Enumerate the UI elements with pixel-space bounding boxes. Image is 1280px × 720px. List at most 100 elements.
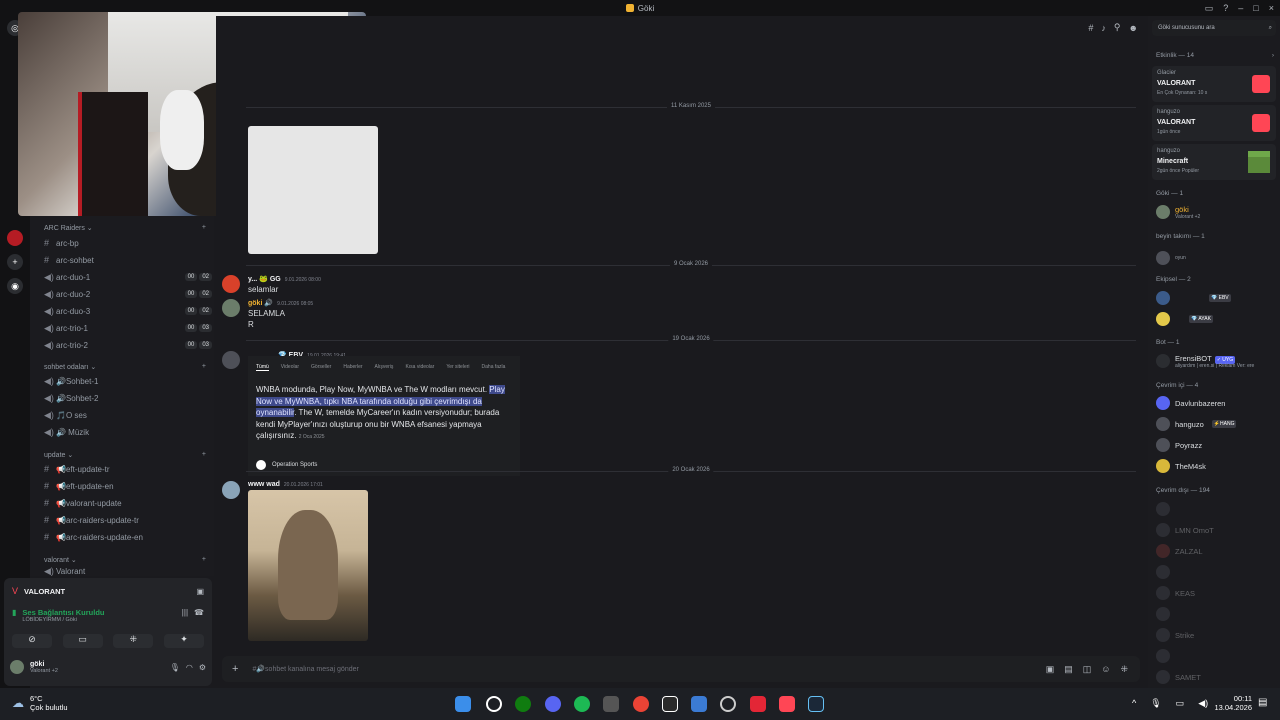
voice-channel-item[interactable]: ◀) 🔊Sohbet-1: [44, 374, 212, 388]
microphone-icon[interactable]: 🎙: [170, 663, 180, 672]
add-channel-icon[interactable]: +: [202, 556, 206, 564]
soundboard-button[interactable]: ✦: [163, 634, 204, 648]
member-item[interactable]: Poyrazz: [1156, 435, 1202, 455]
avatar[interactable]: [222, 275, 240, 293]
activity-card[interactable]: hanguzo Minecraft 2gün önce Popüler: [1152, 144, 1276, 180]
volume-icon[interactable]: ◀): [1198, 698, 1208, 709]
microphone-icon[interactable]: 🎙: [1150, 698, 1161, 709]
headphones-icon[interactable]: ◠: [186, 663, 193, 672]
discord-icon[interactable]: [545, 696, 561, 712]
member-item[interactable]: Strike: [1156, 625, 1194, 645]
member-item[interactable]: ErensiBOT ✓ UYG aliyardım | eren.si | Rekl…: [1156, 351, 1254, 371]
gif-icon[interactable]: ▤: [1064, 664, 1073, 675]
add-channel-icon[interactable]: +: [202, 451, 206, 459]
channel-item[interactable]: # 📢valorant-update: [44, 496, 212, 510]
minimize-button[interactable]: –: [1238, 3, 1243, 14]
channel-item[interactable]: # 📢arc-raiders-update-en: [44, 530, 212, 544]
member-item[interactable]: 💎 AYAK: [1156, 309, 1213, 329]
xbox-icon[interactable]: [515, 696, 531, 712]
app-icon[interactable]: [603, 696, 619, 712]
chevron-right-icon[interactable]: ›: [1272, 52, 1274, 59]
cat-image-attachment[interactable]: [248, 490, 368, 641]
notification-icon[interactable]: ♪: [1101, 23, 1106, 33]
activity-icon[interactable]: ▣: [196, 587, 204, 596]
help-icon[interactable]: ?: [1223, 3, 1228, 14]
maximize-button[interactable]: □: [1253, 3, 1258, 14]
member-item[interactable]: hanguzo ⚡HANG: [1156, 414, 1237, 434]
close-button[interactable]: ×: [1269, 3, 1274, 14]
voice-channel-item[interactable]: ◀) arc-duo-3 00 02: [44, 304, 212, 318]
member-item[interactable]: SAMET: [1156, 667, 1201, 687]
channel-item[interactable]: # 📢eft-update-tr: [44, 462, 212, 476]
weather-widget[interactable]: ☁ 6°C Çok bulutlu: [12, 694, 68, 712]
voice-channel-item[interactable]: ◀) arc-duo-2 00 02: [44, 287, 212, 301]
member-item[interactable]: [1156, 604, 1175, 624]
valorant-icon[interactable]: [779, 696, 795, 712]
pin-icon[interactable]: ⚲: [1114, 22, 1121, 33]
threads-icon[interactable]: #: [1088, 23, 1093, 33]
voice-channel-item[interactable]: ◀) arc-trio-2 00 03: [44, 338, 212, 352]
chevron-up-icon[interactable]: ^: [1132, 698, 1136, 709]
voice-channel-item[interactable]: ◀) 🔊Sohbet-2: [44, 391, 212, 405]
network-icon[interactable]: ▭: [1176, 698, 1185, 709]
windows-start-icon[interactable]: [455, 696, 471, 712]
camera-off-button[interactable]: ⊘: [12, 634, 52, 648]
member-item[interactable]: ZALZAL: [1156, 541, 1203, 561]
discover-icon[interactable]: ◉: [7, 278, 23, 294]
chrome-icon[interactable]: [633, 696, 649, 712]
avatar[interactable]: [10, 660, 24, 674]
search-icon[interactable]: [486, 696, 502, 712]
activity-card[interactable]: Glacier VALORANT En Çok Oynanan: 10 s: [1152, 66, 1276, 102]
member-item[interactable]: KEAS: [1156, 583, 1195, 603]
message-composer[interactable]: + #🔊sohbet kanalına mesaj gönder ▣ ▤ ◫ ☺ ⁜: [222, 656, 1140, 682]
noise-suppression-icon[interactable]: |||: [182, 608, 188, 623]
message-author[interactable]: göki 🔊: [248, 300, 273, 307]
gift-icon[interactable]: ▣: [1046, 664, 1055, 675]
channel-item[interactable]: # 📢eft-update-en: [44, 479, 212, 493]
sticker-icon[interactable]: ◫: [1083, 664, 1092, 675]
message-author[interactable]: y... 🐸 GG: [248, 276, 281, 283]
composer-input[interactable]: #🔊sohbet kanalına mesaj gönder: [252, 665, 358, 673]
member-item[interactable]: oyun: [1156, 248, 1186, 268]
steam-icon[interactable]: [808, 696, 824, 712]
apps-icon[interactable]: ⁜: [1120, 664, 1128, 675]
member-item[interactable]: göki Valorant +2: [1156, 202, 1200, 222]
channel-item[interactable]: # 📢arc-raiders-update-tr: [44, 513, 212, 527]
voice-channel-item[interactable]: ◀) arc-duo-1 00 02: [44, 270, 212, 284]
category-valorant[interactable]: valorant ⌄ +: [44, 556, 206, 564]
search-input[interactable]: Göki sunucusunu ara ⌕: [1152, 20, 1276, 36]
activities-button[interactable]: ⁜: [113, 634, 154, 648]
message-author[interactable]: www wad: [248, 481, 280, 488]
add-channel-icon[interactable]: +: [202, 224, 206, 232]
inbox-icon[interactable]: ▭: [1205, 3, 1214, 14]
voice-channel-item[interactable]: ◀) 🎵O ses: [44, 408, 212, 422]
category-arc[interactable]: ARC Raiders ⌄ +: [44, 224, 206, 232]
channel-item[interactable]: # arc-sohbet: [44, 253, 212, 267]
gear-icon[interactable]: ⚙: [199, 663, 206, 672]
epic-games-icon[interactable]: [662, 696, 678, 712]
app-icon[interactable]: [691, 696, 707, 712]
emoji-icon[interactable]: ☺: [1101, 664, 1110, 675]
category-sohbet[interactable]: sohbet odaları ⌄ +: [44, 363, 206, 371]
member-item[interactable]: [1156, 499, 1175, 519]
image-attachment[interactable]: [248, 126, 378, 254]
category-update[interactable]: update ⌄ +: [44, 451, 206, 459]
disconnect-icon[interactable]: ☎: [194, 608, 204, 623]
screenshare-button[interactable]: ▭: [62, 634, 103, 648]
voice-channel-item[interactable]: ◀) Valorant: [44, 567, 212, 576]
server-icon[interactable]: [7, 230, 23, 246]
voice-channel-item[interactable]: ◀) arc-trio-1 00 03: [44, 321, 212, 335]
screenshot-embed[interactable]: Tümü Videolar Görseller Haberler Alışveriş…: [248, 356, 520, 476]
add-server-icon[interactable]: +: [7, 254, 23, 270]
channel-item[interactable]: # arc-bp: [44, 236, 212, 250]
member-item[interactable]: LMN OmoT: [1156, 520, 1214, 540]
member-item[interactable]: Davlunbazeren: [1156, 393, 1225, 413]
clock[interactable]: 00:11 13.04.2026: [1212, 694, 1252, 712]
app-icon[interactable]: [720, 696, 736, 712]
voice-location[interactable]: LÖBİDEYİRMM / Göki: [22, 617, 104, 623]
avatar[interactable]: [222, 351, 240, 369]
member-item[interactable]: [1156, 646, 1175, 666]
activity-card[interactable]: hanguzo VALORANT 1gün önce: [1152, 105, 1276, 141]
voice-status[interactable]: Ses Bağlantısı Kuruldu: [22, 608, 104, 617]
notification-icon[interactable]: ▤: [1258, 697, 1267, 708]
